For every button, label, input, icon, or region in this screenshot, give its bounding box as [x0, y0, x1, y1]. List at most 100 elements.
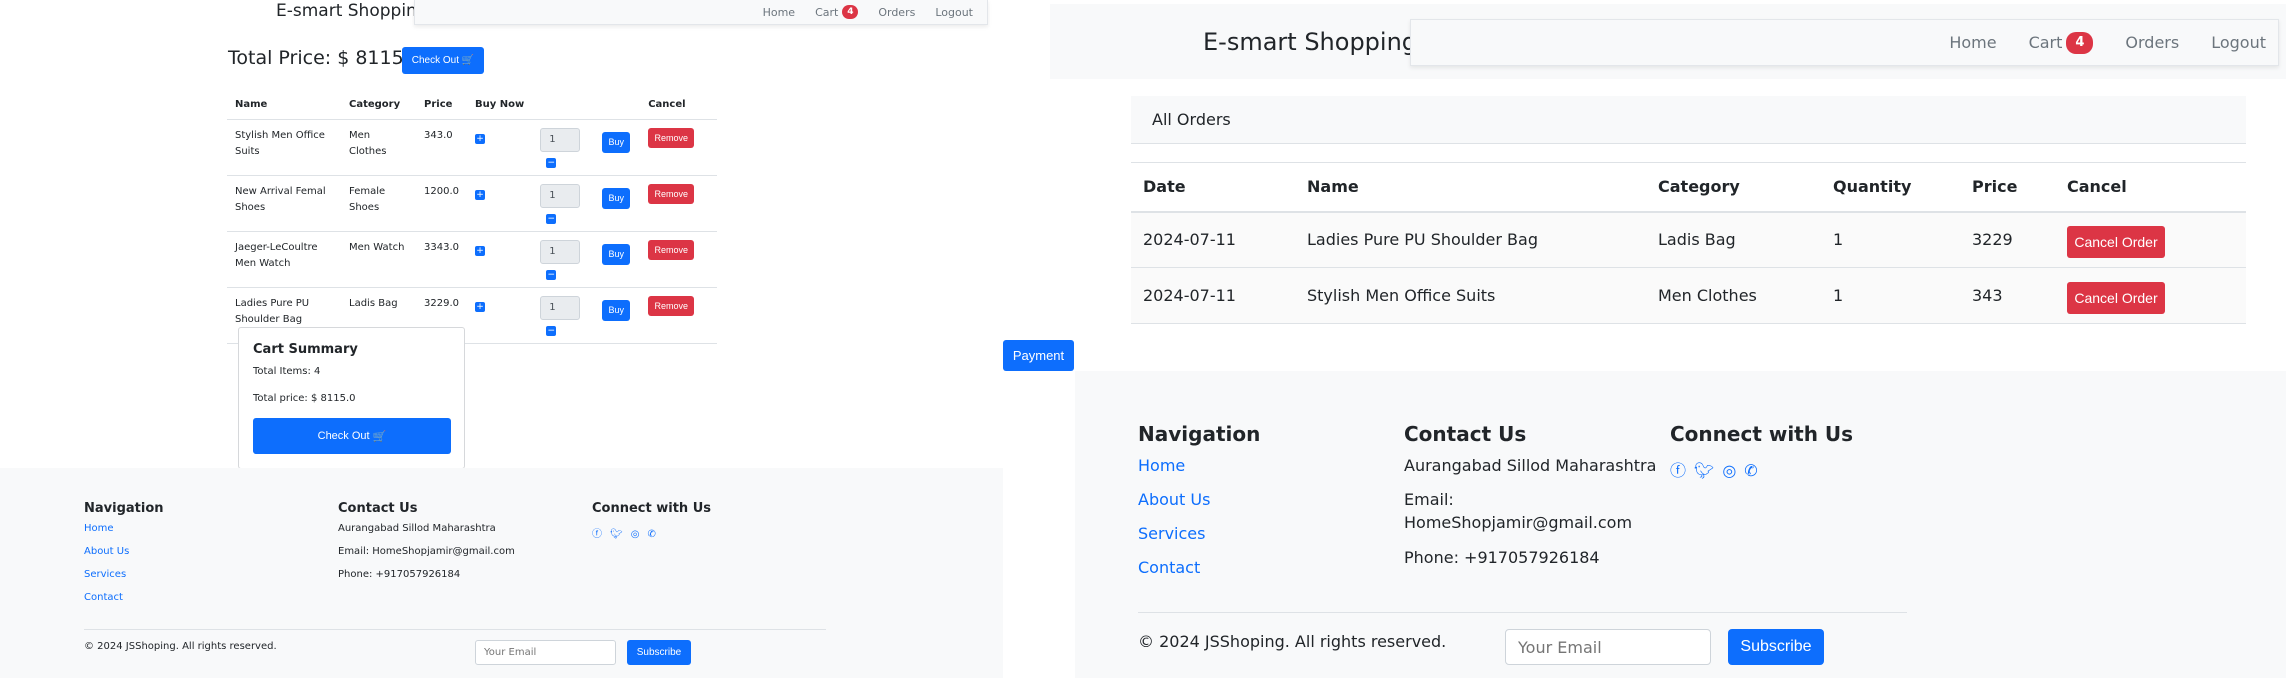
footer-divider: [1138, 612, 1907, 613]
footer-link-about[interactable]: About Us: [84, 546, 129, 557]
copyright: © 2024 JSShoping. All rights reserved.: [84, 641, 277, 652]
minus-icon[interactable]: −: [546, 213, 557, 224]
orders-title: All Orders: [1152, 110, 1231, 129]
order-category: Men Clothes: [1646, 267, 1821, 324]
remove-button[interactable]: Remove: [648, 127, 695, 148]
header: E-smart Shopping Home Cart 4 Orders Logo…: [1050, 4, 2286, 79]
order-category: Ladis Bag: [1646, 211, 1821, 268]
nav-logout[interactable]: Logout: [2211, 33, 2266, 52]
navbar: Home Cart 4 Orders Logout: [1410, 19, 2279, 66]
minus-icon[interactable]: −: [546, 269, 557, 280]
footer-contact-title: Contact Us: [1404, 422, 1527, 446]
nav-logout[interactable]: Logout: [935, 6, 973, 19]
footer-link-contact[interactable]: Contact: [1138, 558, 1200, 577]
col-category: Category: [341, 91, 416, 120]
footer-link-home[interactable]: Home: [84, 523, 114, 534]
payment-button[interactable]: Payment: [1003, 340, 1074, 371]
order-quantity: 1: [1821, 211, 1960, 268]
nav-orders[interactable]: Orders: [2125, 33, 2179, 52]
order-date: 2024-07-11: [1131, 267, 1295, 324]
plus-icon[interactable]: +: [475, 245, 485, 256]
nav-cart-label: Cart: [815, 5, 839, 19]
cart-count-badge: 4: [2066, 31, 2094, 54]
quantity-input[interactable]: [540, 127, 581, 152]
buy-button[interactable]: Buy: [602, 187, 631, 209]
footer-email: HomeShopjamir@gmail.com: [1404, 513, 1633, 532]
cart-summary-title: Cart Summary: [253, 342, 358, 357]
whatsapp-icon[interactable]: ✆: [647, 529, 655, 540]
footer-link-about[interactable]: About Us: [1138, 490, 1210, 509]
col-name: Name: [1295, 162, 1646, 213]
cart-summary-price: Total price: $ 8115.0: [253, 393, 356, 404]
quantity-input[interactable]: [540, 295, 581, 320]
cancel-order-button[interactable]: Cancel Order: [2067, 281, 2165, 314]
nav-cart[interactable]: Cart 4: [2028, 31, 2094, 54]
summary-checkout-button[interactable]: Check Out 🛒: [253, 418, 451, 454]
cart-table: Name Category Price Buy Now Cancel Styli…: [227, 91, 717, 344]
footer-nav-title: Navigation: [1138, 422, 1261, 446]
cancel-order-button[interactable]: Cancel Order: [2067, 225, 2165, 258]
col-date: Date: [1131, 162, 1295, 213]
minus-icon[interactable]: −: [546, 325, 557, 336]
item-category: Men Clothes: [341, 119, 416, 176]
subscribe-button[interactable]: Subscribe: [1728, 629, 1824, 665]
facebook-icon[interactable]: ⓕ: [592, 525, 602, 540]
order-name: Stylish Men Office Suits: [1295, 267, 1646, 324]
facebook-icon[interactable]: ⓕ: [1670, 457, 1686, 481]
twitter-icon[interactable]: 🐦︎: [610, 529, 623, 540]
item-category: Men Watch: [341, 231, 416, 288]
footer-email: Email: HomeShopjamir@gmail.com: [338, 546, 515, 557]
nav-home[interactable]: Home: [763, 6, 795, 19]
brand-logo[interactable]: E-smart Shopping: [276, 1, 428, 21]
orders-table: Date Name Category Quantity Price Cancel…: [1131, 162, 2246, 324]
summary-checkout-label: Check Out: [317, 430, 370, 442]
whatsapp-icon[interactable]: ✆: [1744, 461, 1757, 480]
nav-home[interactable]: Home: [1949, 33, 1996, 52]
quantity-input[interactable]: [540, 183, 581, 208]
remove-button[interactable]: Remove: [648, 183, 695, 204]
nav-orders[interactable]: Orders: [878, 6, 915, 19]
nav-cart-label: Cart: [2028, 33, 2063, 52]
newsletter-email-input[interactable]: [1505, 629, 1711, 665]
order-price: 343: [1960, 267, 2055, 324]
footer-link-contact[interactable]: Contact: [84, 592, 123, 603]
remove-button[interactable]: Remove: [648, 295, 695, 316]
item-name: Stylish Men Office Suits: [227, 119, 341, 176]
col-buy-now: Buy Now: [467, 91, 533, 120]
col-price: Price: [1960, 162, 2055, 213]
footer-link-home[interactable]: Home: [1138, 456, 1185, 475]
cart-page: E-smart Shopping Home Cart 4 Orders Logo…: [0, 0, 1003, 678]
item-name: Jaeger-LeCoultre Men Watch: [227, 231, 341, 288]
item-price: 1200.0: [416, 175, 467, 232]
order-quantity: 1: [1821, 267, 1960, 324]
buy-button[interactable]: Buy: [602, 243, 631, 265]
footer-link-services[interactable]: Services: [84, 569, 126, 580]
footer-phone: Phone: +917057926184: [1404, 548, 1600, 567]
remove-button[interactable]: Remove: [648, 239, 695, 260]
subscribe-button[interactable]: Subscribe: [627, 640, 691, 665]
checkout-label: Check Out: [411, 55, 459, 66]
nav-cart[interactable]: Cart 4: [815, 5, 859, 19]
col-name: Name: [227, 91, 341, 120]
cart-table-header: Name Category Price Buy Now Cancel: [227, 91, 717, 120]
checkout-button[interactable]: Check Out 🛒: [402, 47, 484, 74]
plus-icon[interactable]: +: [475, 133, 485, 144]
instagram-icon[interactable]: ◎: [1722, 461, 1736, 480]
minus-icon[interactable]: −: [546, 157, 557, 168]
twitter-icon[interactable]: 🐦︎: [1694, 461, 1714, 480]
order-row: 2024-07-11 Ladies Pure PU Shoulder Bag Lad…: [1131, 211, 2246, 268]
plus-icon[interactable]: +: [475, 189, 485, 200]
buy-button[interactable]: Buy: [602, 131, 631, 153]
col-price: Price: [416, 91, 467, 120]
footer-connect-title: Connect with Us: [592, 501, 711, 516]
newsletter-email-input[interactable]: [475, 640, 616, 665]
brand-logo[interactable]: E-smart Shopping: [1203, 28, 1417, 56]
orders-page: E-smart Shopping Home Cart 4 Orders Logo…: [1050, 0, 2286, 678]
footer-link-services[interactable]: Services: [1138, 524, 1205, 543]
order-row: 2024-07-11 Stylish Men Office Suits Men Cl…: [1131, 267, 2246, 324]
quantity-input[interactable]: [540, 239, 581, 264]
orders-table-header: Date Name Category Quantity Price Cancel: [1131, 162, 2246, 213]
plus-icon[interactable]: +: [475, 301, 485, 312]
buy-button[interactable]: Buy: [602, 299, 631, 321]
instagram-icon[interactable]: ◎: [631, 529, 640, 540]
